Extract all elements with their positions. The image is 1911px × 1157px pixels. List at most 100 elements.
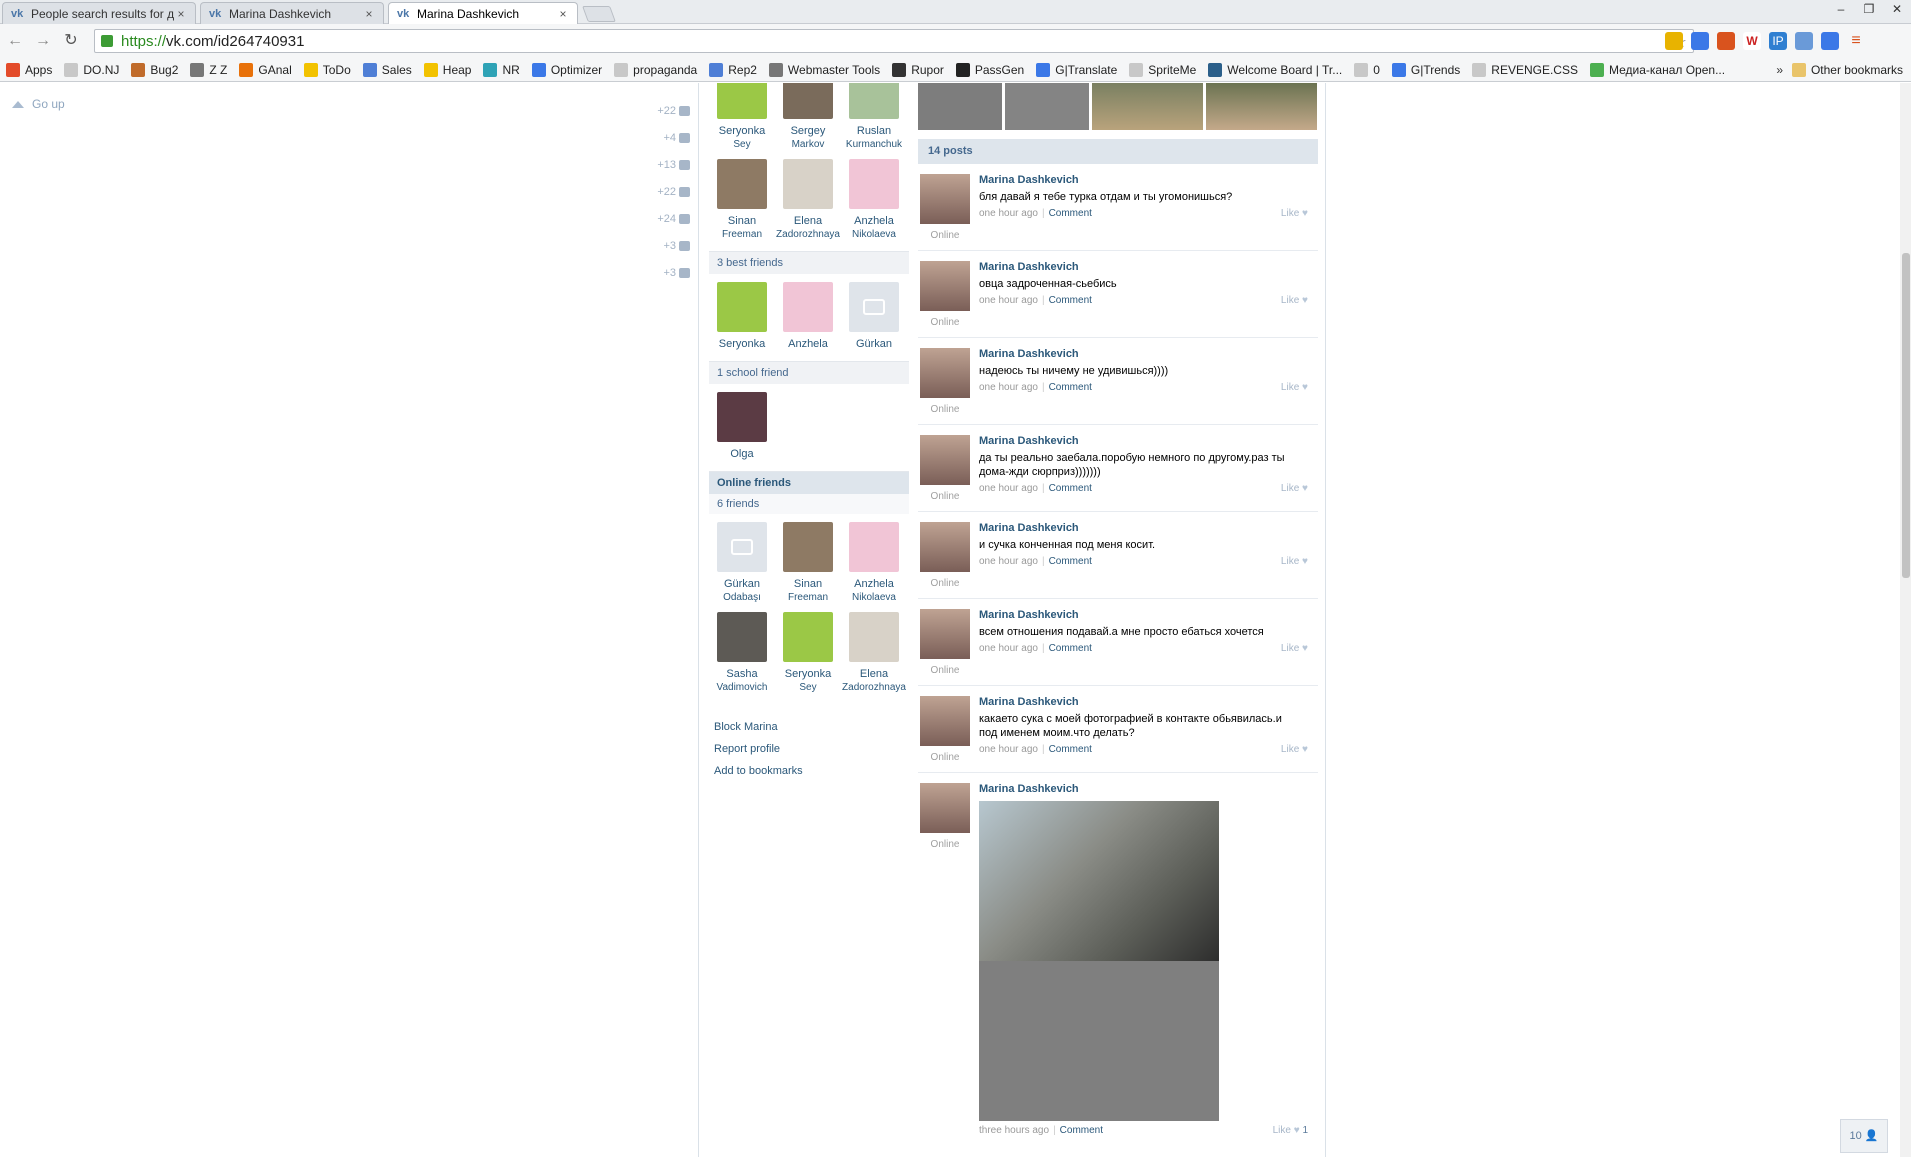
address-bar[interactable]: https://vk.com/id264740931 ☆ [94,29,1694,53]
friend-last-name[interactable]: Freeman [775,591,841,604]
photo-thumb[interactable] [1005,83,1089,130]
friend-item[interactable]: Ruslan Kurmanchuk [841,83,907,151]
bookmark-item[interactable]: 0 [1354,62,1380,77]
friend-avatar[interactable] [717,392,767,442]
go-up-link[interactable]: Go up [12,97,65,111]
friend-last-name[interactable]: Markov [775,138,841,151]
extension-icon[interactable] [1717,32,1735,50]
friend-last-name[interactable]: Freeman [709,228,775,241]
friend-item[interactable]: Anzhela [775,282,841,351]
bookmark-item[interactable]: Rupor [892,62,944,77]
friend-item[interactable]: Anzhela Nikolaeva [841,159,907,241]
post-author[interactable]: Marina Dashkevich [979,435,1318,447]
comment-link[interactable]: Comment [1049,643,1092,654]
post-photo[interactable] [979,801,1219,1121]
friend-avatar[interactable] [783,612,833,662]
friend-avatar[interactable] [717,612,767,662]
extension-icon[interactable] [1795,32,1813,50]
post-time[interactable]: one hour ago [979,643,1038,654]
post-time[interactable]: one hour ago [979,208,1038,219]
friend-last-name[interactable]: Odabaşı [709,591,775,604]
like-button[interactable]: Like ♥ [1281,744,1308,755]
new-tab-button[interactable] [582,6,616,22]
like-button[interactable]: Like ♥ [1281,382,1308,393]
post-author[interactable]: Marina Dashkevich [979,783,1318,795]
tab-marina-1[interactable]: vk Marina Dashkevich × [200,2,384,24]
close-window-icon[interactable]: ✕ [1883,0,1911,20]
friend-avatar[interactable] [783,282,833,332]
post-time[interactable]: one hour ago [979,382,1038,393]
counter-item[interactable]: +3 [640,232,690,259]
reload-icon[interactable]: ↻ [62,32,80,50]
bookmark-item[interactable]: G|Trends [1391,62,1460,77]
post-time[interactable]: three hours ago [979,1125,1049,1136]
scrollbar[interactable] [1900,83,1911,1157]
bookmark-item[interactable]: GAnal [239,62,292,77]
forward-arrow-icon[interactable]: → [34,32,52,50]
friend-item[interactable]: Seryonka [709,282,775,351]
friend-item[interactable]: Elena Zadorozhnaya [775,159,841,241]
like-button[interactable]: Like ♥ 1 [1273,1125,1308,1136]
friend-first-name[interactable]: Sinan [775,578,841,591]
post-author[interactable]: Marina Dashkevich [979,174,1318,186]
friend-first-name[interactable]: Elena [775,215,841,228]
counter-item[interactable]: +4 [640,124,690,151]
back-arrow-icon[interactable]: ← [6,32,24,50]
friend-avatar[interactable] [783,83,833,119]
extension-icon[interactable]: IP [1769,32,1787,50]
comment-link[interactable]: Comment [1049,295,1092,306]
friend-avatar[interactable] [849,83,899,119]
friend-last-name[interactable]: Kurmanchuk [841,138,907,151]
extension-icon[interactable] [1821,32,1839,50]
bookmark-item[interactable]: Bug2 [131,62,178,77]
photo-thumb[interactable] [1092,83,1203,130]
bookmark-item[interactable]: Optimizer [531,62,602,77]
bookmark-item[interactable]: NR [483,62,520,77]
post-time[interactable]: one hour ago [979,483,1038,494]
friend-last-name[interactable]: Zadorozhnaya [841,681,907,694]
friend-name[interactable]: Olga [709,448,775,461]
friend-first-name[interactable]: Sasha [709,668,775,681]
friend-avatar[interactable] [849,159,899,209]
friend-first-name[interactable]: Seryonka [775,668,841,681]
post-avatar[interactable] [920,609,970,659]
counter-item[interactable]: +24 [640,205,690,232]
friend-item[interactable]: Elena Zadorozhnaya [841,612,907,694]
friend-avatar[interactable] [717,83,767,119]
post-avatar[interactable] [920,348,970,398]
bookmark-item[interactable]: propaganda [614,62,697,77]
bookmark-item[interactable]: DO.NJ [64,62,119,77]
friend-avatar[interactable] [783,522,833,572]
post-author[interactable]: Marina Dashkevich [979,348,1318,360]
bookmark-item[interactable]: Z Z [190,62,227,77]
other-bookmarks[interactable]: Other bookmarks [1791,63,1903,77]
friend-avatar[interactable] [849,282,899,332]
friend-first-name[interactable]: Anzhela [841,215,907,228]
scrollbar-thumb[interactable] [1902,253,1910,578]
bookmark-item[interactable]: Sales [362,62,412,77]
counter-item[interactable]: +13 [640,151,690,178]
friend-item[interactable]: Anzhela Nikolaeva [841,522,907,604]
friend-avatar[interactable] [717,522,767,572]
friend-name[interactable]: Anzhela [775,338,841,351]
friend-last-name[interactable]: Zadorozhnaya [775,228,841,241]
post-avatar[interactable] [920,783,970,833]
profile-action-link[interactable]: Report profile [709,738,909,760]
counter-item[interactable]: +22 [640,178,690,205]
friend-first-name[interactable]: Ruslan [841,125,907,138]
tab-close-icon[interactable]: × [175,7,187,21]
friend-item[interactable]: Seryonka Sey [775,612,841,694]
post-time[interactable]: one hour ago [979,295,1038,306]
menu-icon[interactable]: ≡ [1847,32,1865,50]
post-author[interactable]: Marina Dashkevich [979,522,1318,534]
post-author[interactable]: Marina Dashkevich [979,609,1318,621]
photo-thumb[interactable] [918,83,1002,130]
tab-people-search[interactable]: vk People search results for д × [2,2,196,24]
friend-item[interactable]: Gürkan [841,282,907,351]
online-counter-badge[interactable]: 10 👤 [1840,1119,1888,1153]
profile-action-link[interactable]: Add to bookmarks [709,760,909,782]
post-avatar[interactable] [920,174,970,224]
like-button[interactable]: Like ♥ [1281,556,1308,567]
friend-item[interactable]: Sergey Markov [775,83,841,151]
post-author[interactable]: Marina Dashkevich [979,261,1318,273]
